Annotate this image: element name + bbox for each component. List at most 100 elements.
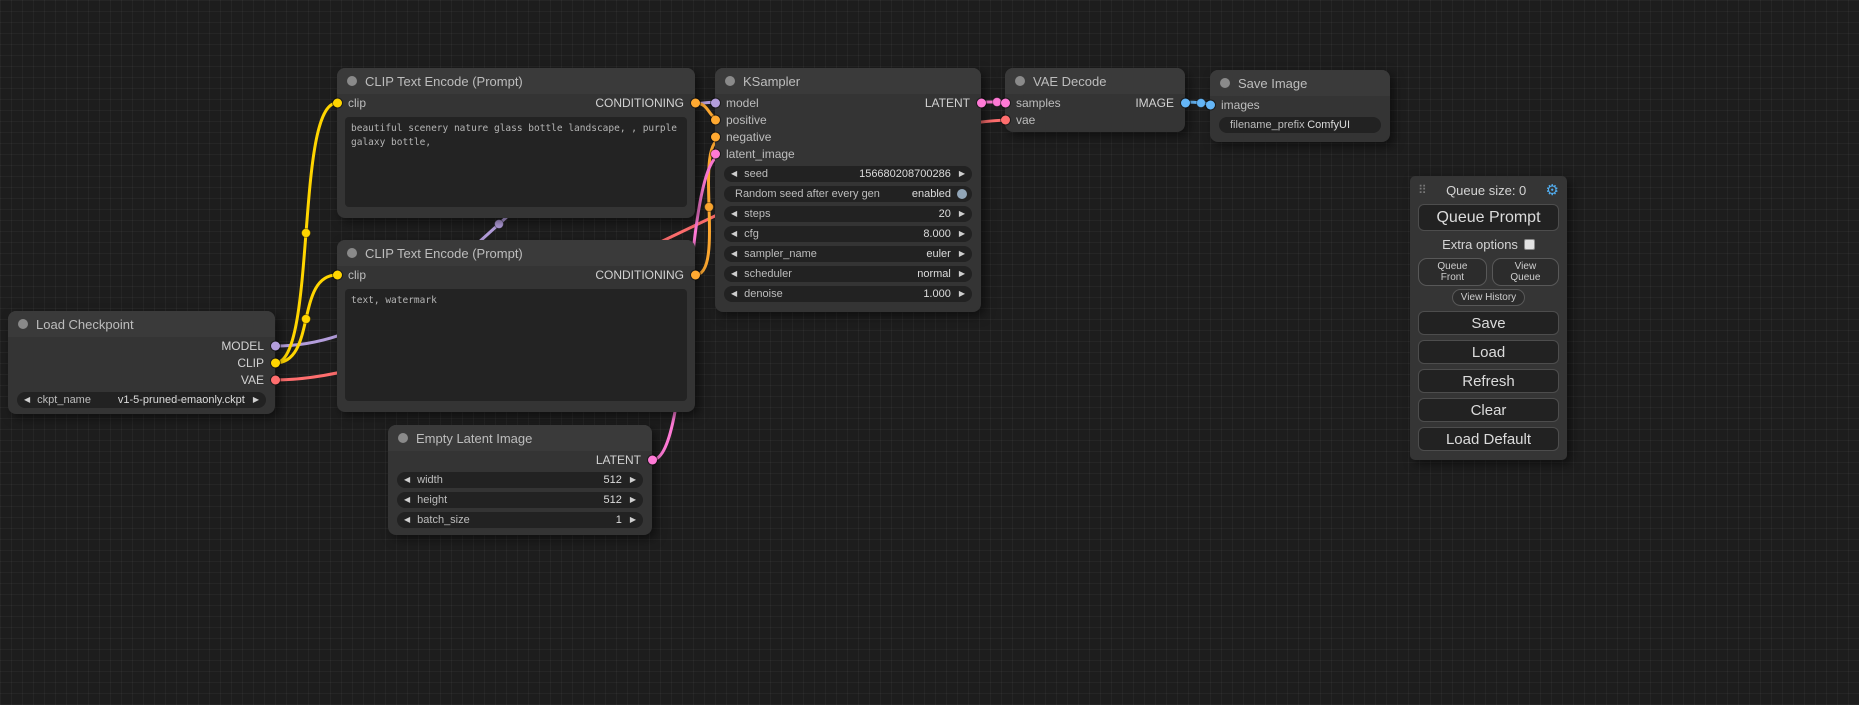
widget-scheduler[interactable]: ◀ scheduler normal ▶ xyxy=(724,266,972,282)
collapse-dot-icon[interactable] xyxy=(1015,76,1025,86)
output-dot-latent[interactable] xyxy=(977,98,986,107)
increment-arrow-icon[interactable]: ▶ xyxy=(959,270,965,278)
decrement-arrow-icon[interactable]: ◀ xyxy=(731,250,737,258)
queue-prompt-button[interactable]: Queue Prompt xyxy=(1418,204,1559,231)
view-queue-button[interactable]: View Queue xyxy=(1492,258,1559,286)
refresh-button[interactable]: Refresh xyxy=(1418,369,1559,393)
widget-label: height xyxy=(417,494,447,506)
decrement-arrow-icon[interactable]: ◀ xyxy=(404,496,410,504)
increment-arrow-icon[interactable]: ▶ xyxy=(630,476,636,484)
decrement-arrow-icon[interactable]: ◀ xyxy=(731,210,737,218)
input-dot-vae[interactable] xyxy=(1001,115,1010,124)
increment-arrow-icon[interactable]: ▶ xyxy=(959,170,965,178)
increment-arrow-icon[interactable]: ▶ xyxy=(253,396,259,404)
input-dot-clip[interactable] xyxy=(333,98,342,107)
load-button[interactable]: Load xyxy=(1418,340,1559,364)
widget-height[interactable]: ◀ height 512 ▶ xyxy=(397,492,643,508)
widget-batch-size[interactable]: ◀ batch_size 1 ▶ xyxy=(397,512,643,528)
node-clip-text-encode-negative[interactable]: CLIP Text Encode (Prompt) clip CONDITION… xyxy=(337,240,695,412)
input-dot-samples[interactable] xyxy=(1001,98,1010,107)
link-midpoint-dot xyxy=(705,203,714,212)
increment-arrow-icon[interactable]: ▶ xyxy=(959,230,965,238)
queue-panel-header[interactable]: ⠿ Queue size: 0 ⚙ xyxy=(1418,180,1559,200)
node-empty-latent-image[interactable]: Empty Latent Image LATENT ◀ width 512 ▶ … xyxy=(388,425,652,535)
input-dot-positive[interactable] xyxy=(711,115,720,124)
output-label-latent: LATENT xyxy=(596,453,641,467)
input-dot-latent-image[interactable] xyxy=(711,149,720,158)
decrement-arrow-icon[interactable]: ◀ xyxy=(24,396,30,404)
node-title-bar[interactable]: CLIP Text Encode (Prompt) xyxy=(337,68,695,94)
widget-width[interactable]: ◀ width 512 ▶ xyxy=(397,472,643,488)
output-dot-latent[interactable] xyxy=(648,455,657,464)
collapse-dot-icon[interactable] xyxy=(18,319,28,329)
load-default-button[interactable]: Load Default xyxy=(1418,427,1559,451)
widget-denoise[interactable]: ◀ denoise 1.000 ▶ xyxy=(724,286,972,302)
output-dot-conditioning[interactable] xyxy=(691,270,700,279)
decrement-arrow-icon[interactable]: ◀ xyxy=(731,230,737,238)
input-label-clip: clip xyxy=(348,96,366,110)
widget-filename-prefix[interactable]: filename_prefix ComfyUI xyxy=(1219,117,1381,133)
increment-arrow-icon[interactable]: ▶ xyxy=(630,516,636,524)
node-save-image[interactable]: Save Image images filename_prefix ComfyU… xyxy=(1210,70,1390,142)
increment-arrow-icon[interactable]: ▶ xyxy=(959,210,965,218)
node-clip-text-encode-positive[interactable]: CLIP Text Encode (Prompt) clip CONDITION… xyxy=(337,68,695,218)
node-vae-decode[interactable]: VAE Decode samples IMAGE vae xyxy=(1005,68,1185,132)
node-title-bar[interactable]: KSampler xyxy=(715,68,981,94)
widget-label: width xyxy=(417,474,443,486)
node-title-bar[interactable]: CLIP Text Encode (Prompt) xyxy=(337,240,695,266)
drag-handle-icon[interactable]: ⠿ xyxy=(1418,183,1427,197)
output-label-latent: LATENT xyxy=(925,96,970,110)
slot-row: LATENT xyxy=(388,451,652,468)
input-dot-model[interactable] xyxy=(711,98,720,107)
extra-options-checkbox[interactable] xyxy=(1524,239,1535,250)
widget-value: 20 xyxy=(939,208,951,220)
decrement-arrow-icon[interactable]: ◀ xyxy=(404,516,410,524)
node-ksampler[interactable]: KSampler model LATENT positive negative … xyxy=(715,68,981,312)
view-history-button[interactable]: View History xyxy=(1452,289,1525,306)
node-title-bar[interactable]: Empty Latent Image xyxy=(388,425,652,451)
decrement-arrow-icon[interactable]: ◀ xyxy=(731,290,737,298)
prompt-textarea[interactable]: text, watermark xyxy=(345,289,687,401)
node-title: CLIP Text Encode (Prompt) xyxy=(365,74,523,89)
node-load-checkpoint[interactable]: Load Checkpoint MODEL CLIP VAE ◀ ckpt_na… xyxy=(8,311,275,414)
output-label-conditioning: CONDITIONING xyxy=(595,268,684,282)
queue-panel[interactable]: ⠿ Queue size: 0 ⚙ Queue Prompt Extra opt… xyxy=(1410,176,1567,460)
output-dot-clip[interactable] xyxy=(271,358,280,367)
collapse-dot-icon[interactable] xyxy=(398,433,408,443)
node-title-bar[interactable]: VAE Decode xyxy=(1005,68,1185,94)
collapse-dot-icon[interactable] xyxy=(347,76,357,86)
node-title-bar[interactable]: Load Checkpoint xyxy=(8,311,275,337)
widget-cfg[interactable]: ◀ cfg 8.000 ▶ xyxy=(724,226,972,242)
node-title-bar[interactable]: Save Image xyxy=(1210,70,1390,96)
output-dot-conditioning[interactable] xyxy=(691,98,700,107)
input-dot-images[interactable] xyxy=(1206,100,1215,109)
increment-arrow-icon[interactable]: ▶ xyxy=(959,250,965,258)
widget-steps[interactable]: ◀ steps 20 ▶ xyxy=(724,206,972,222)
input-dot-negative[interactable] xyxy=(711,132,720,141)
save-button[interactable]: Save xyxy=(1418,311,1559,335)
widget-value: 156680208700286 xyxy=(859,168,951,180)
collapse-dot-icon[interactable] xyxy=(347,248,357,258)
input-label-latent-image: latent_image xyxy=(726,147,795,161)
increment-arrow-icon[interactable]: ▶ xyxy=(959,290,965,298)
widget-seed[interactable]: ◀ seed 156680208700286 ▶ xyxy=(724,166,972,182)
widget-ckpt-name[interactable]: ◀ ckpt_name v1-5-pruned-emaonly.ckpt ▶ xyxy=(17,392,266,408)
decrement-arrow-icon[interactable]: ◀ xyxy=(731,170,737,178)
output-dot-model[interactable] xyxy=(271,341,280,350)
input-dot-clip[interactable] xyxy=(333,270,342,279)
decrement-arrow-icon[interactable]: ◀ xyxy=(404,476,410,484)
widget-random-seed-toggle[interactable]: Random seed after every gen enabled xyxy=(724,186,972,202)
queue-front-button[interactable]: Queue Front xyxy=(1418,258,1487,286)
output-dot-vae[interactable] xyxy=(271,375,280,384)
decrement-arrow-icon[interactable]: ◀ xyxy=(731,270,737,278)
clear-button[interactable]: Clear xyxy=(1418,398,1559,422)
toggle-dot-icon[interactable] xyxy=(957,189,967,199)
view-history-row: View History xyxy=(1418,289,1559,306)
settings-gear-icon[interactable]: ⚙ xyxy=(1546,183,1559,198)
widget-sampler-name[interactable]: ◀ sampler_name euler ▶ xyxy=(724,246,972,262)
collapse-dot-icon[interactable] xyxy=(1220,78,1230,88)
increment-arrow-icon[interactable]: ▶ xyxy=(630,496,636,504)
prompt-textarea[interactable]: beautiful scenery nature glass bottle la… xyxy=(345,117,687,207)
output-dot-image[interactable] xyxy=(1181,98,1190,107)
collapse-dot-icon[interactable] xyxy=(725,76,735,86)
